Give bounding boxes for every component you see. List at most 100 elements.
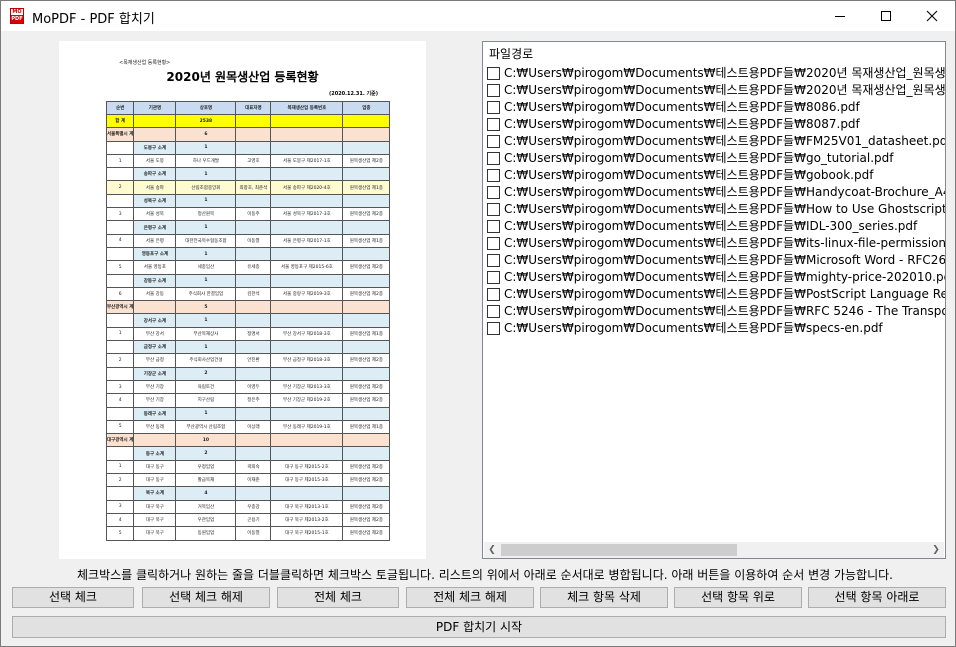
file-list-item[interactable]: C:₩Users₩pirogom₩Documents₩테스트용PDF들₩RFC …	[483, 303, 945, 320]
move-down-button[interactable]: 선택 항목 아래로	[808, 587, 946, 608]
file-list-item[interactable]: C:₩Users₩pirogom₩Documents₩테스트용PDF들₩IDL-…	[483, 218, 945, 235]
file-path-label: C:₩Users₩pirogom₩Documents₩테스트용PDF들₩IDL-…	[504, 219, 918, 233]
file-list-header[interactable]: 파일경로	[489, 45, 533, 62]
file-list-item[interactable]: C:₩Users₩pirogom₩Documents₩테스트용PDF들₩migh…	[483, 269, 945, 286]
preview-table-cell: 2	[105, 473, 135, 488]
preview-table-cell: 부산 동래구 제2019-1호	[270, 419, 344, 435]
file-list-item[interactable]: C:₩Users₩pirogom₩Documents₩테스트용PDF들₩spec…	[483, 320, 945, 337]
maximize-icon	[881, 11, 891, 21]
file-list-item[interactable]: C:₩Users₩pirogom₩Documents₩테스트용PDF들₩its-…	[483, 235, 945, 252]
preview-table-cell: 주식회사 한결임업	[175, 286, 237, 302]
preview-table-cell: 강서구 소계	[133, 313, 177, 328]
preview-table-cell	[270, 193, 344, 209]
preview-header-cell: 업종	[342, 101, 391, 115]
preview-table-cell: 대구 동구	[133, 459, 177, 475]
preview-table-cell: 서울 영등포구 제2015-6호	[270, 260, 344, 275]
file-checkbox[interactable]	[487, 288, 500, 301]
preview-table-cell: 이영두	[235, 379, 272, 395]
close-button[interactable]	[909, 1, 955, 31]
file-path-label: C:₩Users₩pirogom₩Documents₩테스트용PDF들₩Hand…	[504, 185, 945, 199]
uncheck-all-button[interactable]: 전체 체크 해제	[406, 587, 534, 608]
preview-table-cell: 원목생산업 제1종	[342, 233, 391, 248]
preview-table-cell	[235, 313, 272, 328]
file-list-item[interactable]: C:₩Users₩pirogom₩Documents₩테스트용PDF들₩2020…	[483, 82, 945, 99]
horizontal-scrollbar[interactable]: ❮ ❯	[484, 542, 944, 558]
title-bar[interactable]: MO PDF MoPDF - PDF 합치기	[1, 1, 955, 31]
preview-table-cell: 정산원목	[175, 207, 237, 222]
preview-table-cell: 유세종	[235, 260, 272, 275]
move-up-button[interactable]: 선택 항목 위로	[674, 587, 802, 608]
file-list-item[interactable]: C:₩Users₩pirogom₩Documents₩테스트용PDF들₩gobo…	[483, 167, 945, 184]
preview-table-cell: 1	[105, 326, 135, 342]
file-checkbox[interactable]	[487, 118, 500, 131]
preview-table-cell: 4	[105, 233, 135, 248]
file-checkbox[interactable]	[487, 305, 500, 318]
file-list-item[interactable]: C:₩Users₩pirogom₩Documents₩테스트용PDF들₩Micr…	[483, 252, 945, 269]
preview-table-cell: 거목임산	[175, 499, 237, 514]
file-checkbox[interactable]	[487, 67, 500, 80]
preview-table-cell: 서울 중랑구 제2019-3호	[270, 286, 344, 302]
preview-table-cell: 서울 강동	[133, 286, 177, 302]
file-list-item[interactable]: C:₩Users₩pirogom₩Documents₩테스트용PDF들₩How …	[483, 201, 945, 218]
file-checkbox[interactable]	[487, 237, 500, 250]
preview-table-cell: 육림토건	[175, 379, 237, 395]
file-checkbox[interactable]	[487, 254, 500, 267]
file-path-label: C:₩Users₩pirogom₩Documents₩테스트용PDF들₩2020…	[504, 66, 945, 80]
file-list-item[interactable]: C:₩Users₩pirogom₩Documents₩테스트용PDF들₩go_t…	[483, 150, 945, 167]
file-checkbox[interactable]	[487, 101, 500, 114]
preview-table-cell: 북구 소계	[133, 486, 177, 501]
file-checkbox[interactable]	[487, 169, 500, 182]
uncheck-selected-button[interactable]: 선택 체크 해제	[142, 587, 270, 608]
close-icon	[926, 10, 938, 22]
preview-table-cell: 부산 기장군 제2013-3호	[270, 379, 344, 395]
preview-table-row: 부산광역시 계 5	[105, 300, 391, 315]
preview-table-cell	[105, 486, 135, 501]
preview-table-cell: 정은주	[235, 393, 272, 408]
help-text: 체크박스를 클릭하거나 원하는 줄을 더블클릭하면 체크박스 토글됩니다. 리스…	[77, 568, 893, 582]
preview-table-cell: 대구 북구 제2013-1호	[270, 499, 344, 514]
preview-table-cell: 이상래	[235, 419, 272, 435]
file-checkbox[interactable]	[487, 271, 500, 284]
delete-checked-button[interactable]: 체크 항목 삭제	[540, 587, 668, 608]
preview-table-cell: 2	[105, 180, 135, 195]
file-list[interactable]: 파일경로 C:₩Users₩pirogom₩Documents₩테스트용PDF들…	[482, 41, 946, 559]
file-checkbox[interactable]	[487, 135, 500, 148]
preview-header-cell: 순번	[105, 101, 135, 115]
file-checkbox[interactable]	[487, 203, 500, 216]
minimize-button[interactable]	[817, 1, 863, 31]
window-title: MoPDF - PDF 합치기	[32, 12, 155, 27]
file-list-item[interactable]: C:₩Users₩pirogom₩Documents₩테스트용PDF들₩8086…	[483, 99, 945, 116]
file-list-item[interactable]: C:₩Users₩pirogom₩Documents₩테스트용PDF들₩2020…	[483, 65, 945, 82]
preview-table-cell	[342, 167, 391, 182]
start-merge-button[interactable]: PDF 합치기 시작	[12, 616, 946, 638]
preview-table-cell	[105, 220, 135, 235]
file-list-item[interactable]: C:₩Users₩pirogom₩Documents₩테스트용PDF들₩Post…	[483, 286, 945, 303]
preview-table-cell: 황금목재	[175, 473, 237, 488]
preview-table-cell	[235, 193, 272, 209]
maximize-button[interactable]	[863, 1, 909, 31]
check-all-button[interactable]: 전체 체크	[277, 587, 399, 608]
scroll-left-icon[interactable]: ❮	[484, 542, 500, 558]
file-checkbox[interactable]	[487, 152, 500, 165]
file-checkbox[interactable]	[487, 220, 500, 233]
file-checkbox[interactable]	[487, 322, 500, 335]
preview-table-cell: 1	[105, 153, 135, 169]
file-list-item[interactable]: C:₩Users₩pirogom₩Documents₩테스트용PDF들₩8087…	[483, 116, 945, 133]
preview-table-cell	[235, 446, 272, 461]
preview-table-cell: 부산목재상사	[175, 326, 237, 342]
preview-table-cell	[105, 193, 135, 209]
scroll-thumb[interactable]	[501, 544, 737, 556]
preview-header-cell: 대표자명	[235, 101, 272, 115]
preview-table-cell: 동원임업	[175, 526, 237, 541]
file-list-item[interactable]: C:₩Users₩pirogom₩Documents₩테스트용PDF들₩Hand…	[483, 184, 945, 201]
preview-table-row: 영등포구 소계 1	[105, 246, 391, 262]
preview-table-cell: 6	[175, 127, 237, 142]
scroll-right-icon[interactable]: ❯	[928, 542, 944, 558]
check-selected-button[interactable]: 선택 체크	[12, 587, 134, 608]
file-list-item[interactable]: C:₩Users₩pirogom₩Documents₩테스트용PDF들₩FM25…	[483, 133, 945, 150]
preview-table-cell: 원목생산업 제2종	[342, 526, 391, 541]
preview-table-cell: 서울 도봉	[133, 153, 177, 169]
preview-table-row: 1 서울 도봉 하나 우드개발 고영호 서울 도봉구 제2017-1호 원목생산업 제2종	[105, 153, 391, 169]
file-checkbox[interactable]	[487, 186, 500, 199]
file-checkbox[interactable]	[487, 84, 500, 97]
